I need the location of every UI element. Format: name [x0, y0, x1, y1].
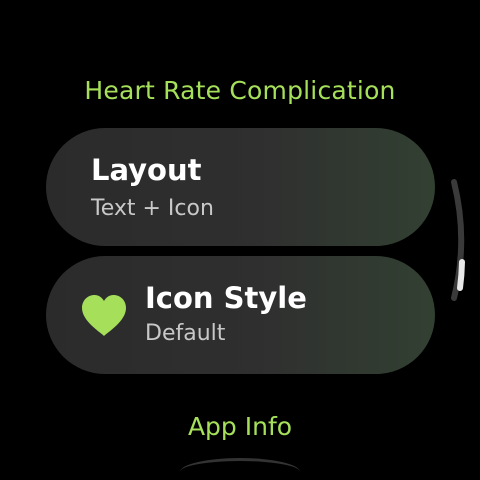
- watch-screen: Heart Rate Complication Layout Text + Ic…: [0, 0, 480, 480]
- layout-chip-label: Layout: [91, 153, 202, 187]
- icon-style-chip[interactable]: Icon Style Default: [46, 256, 435, 374]
- layout-chip[interactable]: Layout Text + Icon: [46, 128, 435, 246]
- bottom-edge-arc: [180, 458, 300, 472]
- heart-icon: [82, 295, 126, 336]
- icon-style-chip-label: Icon Style: [145, 281, 307, 315]
- app-info-link[interactable]: App Info: [0, 412, 480, 441]
- icon-style-chip-value: Default: [145, 321, 226, 346]
- page-title: Heart Rate Complication: [84, 76, 396, 105]
- layout-chip-value: Text + Icon: [91, 196, 214, 221]
- scroll-indicator[interactable]: [440, 176, 480, 304]
